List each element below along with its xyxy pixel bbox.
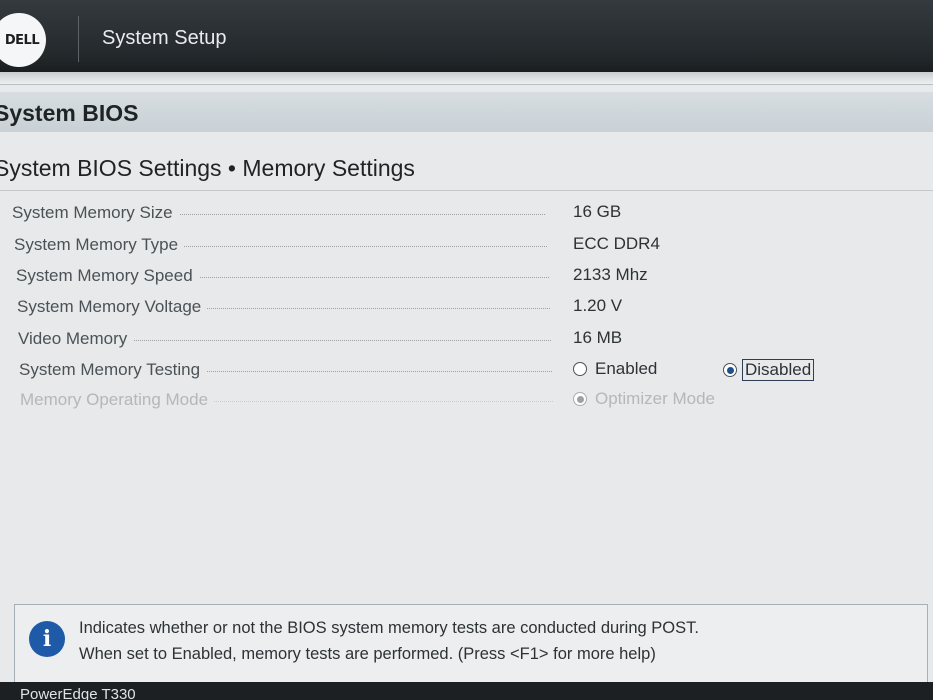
radio-selected-icon [573,392,587,406]
disabled-option-label[interactable]: Disabled [742,359,815,381]
footer-bar: PowerEdge T330 [0,682,933,700]
setting-row-memory-speed: System Memory Speed 2133 Mhz [14,263,924,289]
memory-operating-mode-label: Memory Operating Mode [20,390,215,410]
app-title: System Setup [102,27,227,49]
setting-row-memory-size: System Memory Size 16 GB [10,200,920,226]
info-icon: i [29,621,65,657]
memory-voltage-value: 1.20 V [573,296,623,315]
memory-voltage-label: System Memory Voltage [17,297,208,317]
optimizer-mode-radio: Optimizer Mode [573,389,715,409]
page-title-band [0,92,933,132]
optimizer-mode-label: Optimizer Mode [595,389,715,408]
dell-logo: DELL [0,13,46,67]
model-name: PowerEdge T330 [20,686,136,700]
setting-row-video-memory: Video Memory 16 MB [16,326,926,352]
memory-type-label: System Memory Type [14,235,185,255]
setting-row-memory-operating-mode: Memory Operating Mode Optimizer Mode [18,387,928,413]
logo-text: DELL [4,32,40,48]
memory-type-value: ECC DDR4 [573,234,660,253]
header-bar: DELL System Setup [0,0,933,72]
memory-testing-enabled-radio[interactable]: Enabled [573,359,657,379]
section-title: System BIOS Settings • Memory Settings [0,155,415,181]
memory-speed-value: 2133 Mhz [573,265,648,284]
radio-selected-icon[interactable] [723,363,737,377]
section-divider [0,190,933,191]
radio-unselected-icon[interactable] [573,362,587,376]
help-text-line-2: When set to Enabled, memory tests are pe… [79,645,656,663]
memory-size-value: 16 GB [573,202,622,221]
video-memory-value: 16 MB [573,328,623,347]
video-memory-label: Video Memory [18,329,134,349]
enabled-option-label[interactable]: Enabled [595,359,657,379]
setting-row-memory-testing: System Memory Testing Enabled Disabled [17,357,927,383]
help-text-line-1: Indicates whether or not the BIOS system… [79,619,699,637]
page-title: System BIOS [0,100,139,126]
memory-testing-label: System Memory Testing [19,360,207,380]
header-rule [0,72,933,85]
setting-row-memory-voltage: System Memory Voltage 1.20 V [15,294,925,320]
help-panel: i Indicates whether or not the BIOS syst… [14,604,928,684]
setting-row-memory-type: System Memory Type ECC DDR4 [12,232,922,258]
memory-testing-disabled-radio[interactable]: Disabled [723,359,815,381]
memory-speed-label: System Memory Speed [16,266,199,286]
header-divider [78,16,79,62]
memory-size-label: System Memory Size [12,203,179,223]
